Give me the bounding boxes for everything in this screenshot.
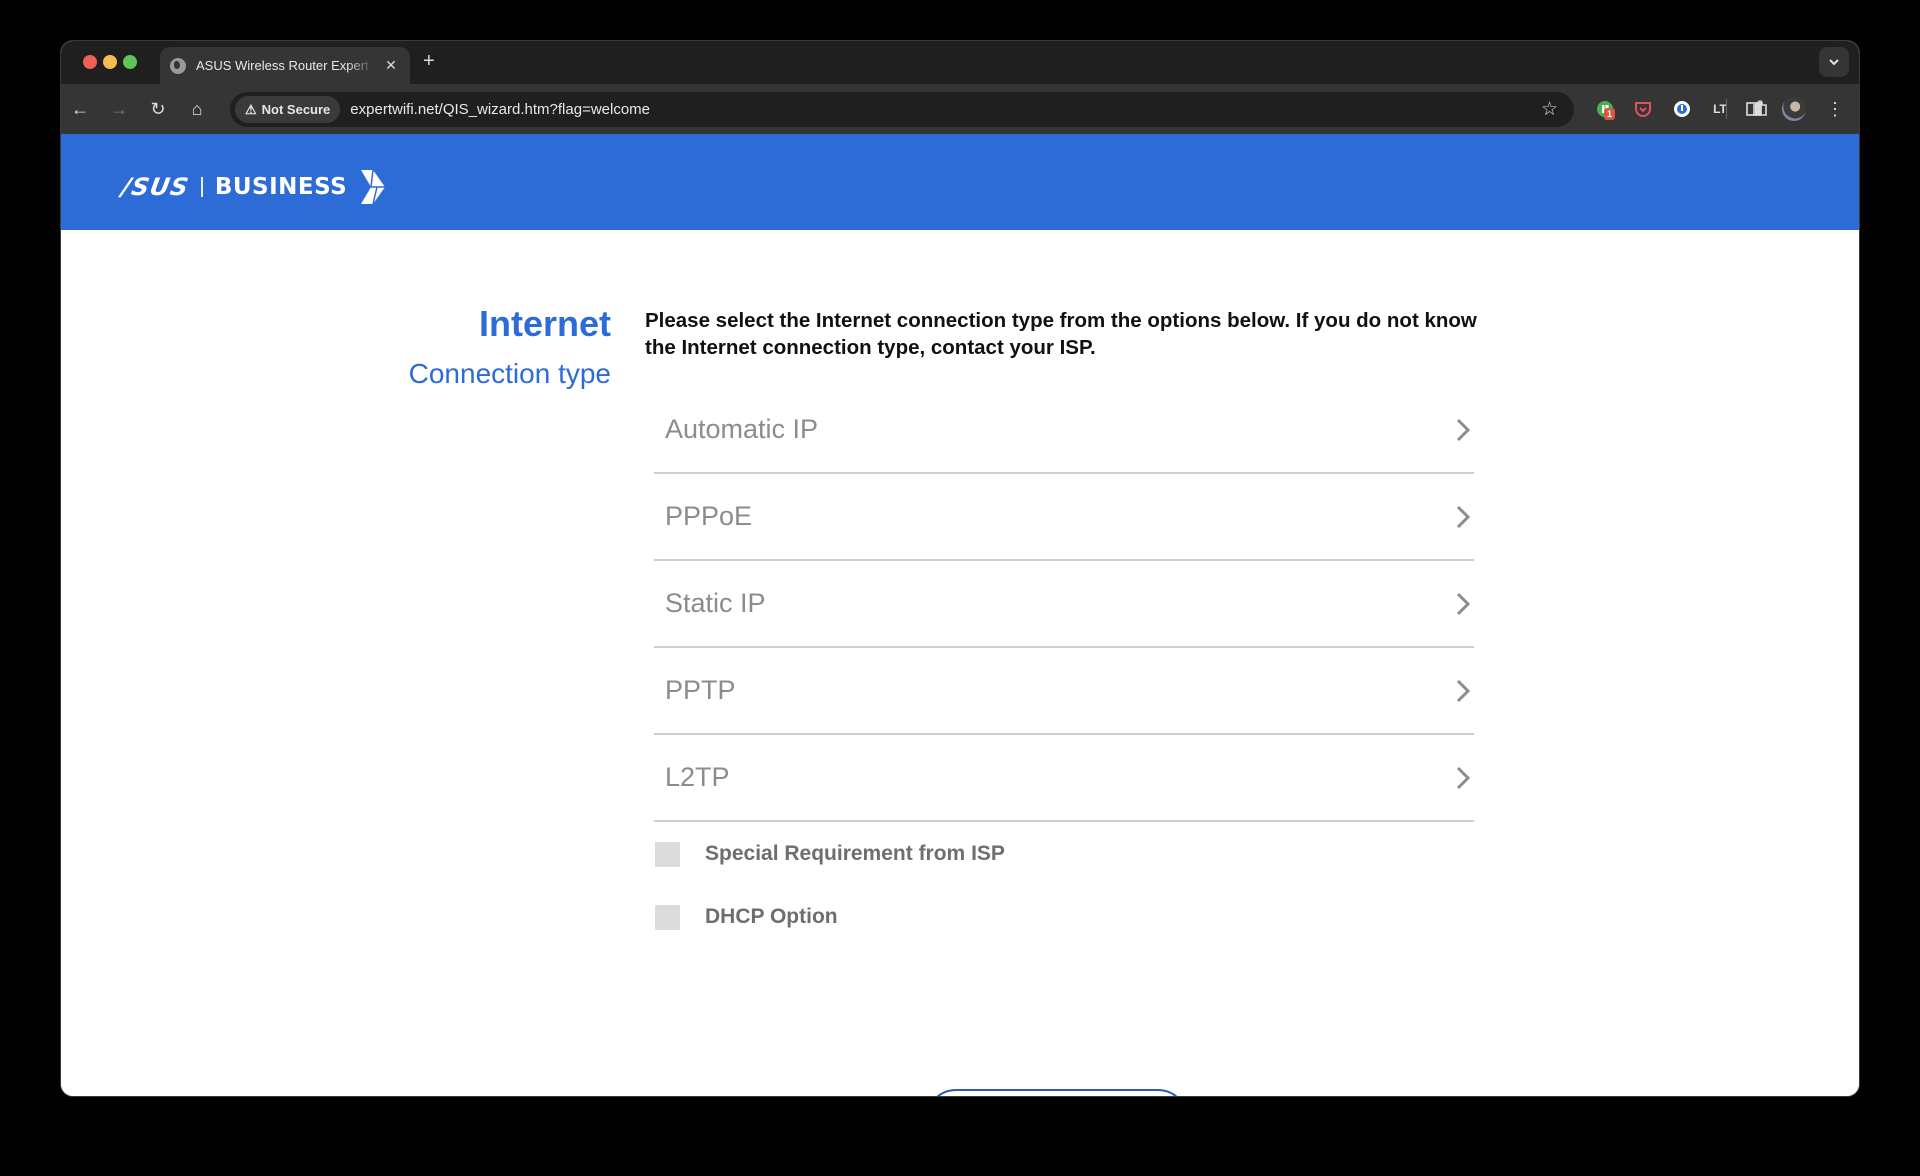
dhcp-option-checkbox[interactable] (655, 904, 680, 930)
connection-option-pppoe[interactable]: PPPoE (654, 474, 1474, 561)
chevron-right-icon (1456, 766, 1470, 789)
pocket-button[interactable] (1632, 98, 1654, 120)
forward-arrow-icon: → (110, 98, 128, 119)
connection-option-label: PPTP (665, 675, 736, 705)
browser-window: ASUS Wireless Router Expert ✕ + ← → ↻ ⌂ … (61, 41, 1859, 1096)
profile-avatar[interactable] (1782, 97, 1806, 121)
connection-option-label: Static IP (665, 588, 766, 618)
security-label: Not Secure (261, 102, 331, 117)
wizard-section-title: Internet Connection type (409, 302, 611, 394)
chevron-down-icon (1829, 59, 1839, 66)
close-window-button[interactable] (83, 55, 97, 69)
connection-option-automatic-ip[interactable]: Automatic IP (654, 387, 1474, 474)
asus-business-logo: /SUS BUSINESS (119, 168, 387, 206)
connection-option-label: Automatic IP (665, 414, 819, 444)
tab-strip: ASUS Wireless Router Expert ✕ + (61, 41, 1859, 84)
connection-type-list: Automatic IP PPPoE Static IP PPTP L2TP (654, 387, 1474, 822)
browser-menu-button[interactable]: ⋮ (1824, 98, 1846, 120)
maximize-window-button[interactable] (123, 55, 137, 69)
kebab-menu-icon: ⋮ (1826, 98, 1844, 119)
asus-logo-text: /SUS (119, 173, 192, 201)
chevron-right-icon (1456, 418, 1470, 441)
browser-tab[interactable]: ASUS Wireless Router Expert ✕ (160, 47, 410, 84)
languagetool-button[interactable]: LT (1709, 98, 1731, 120)
extension-green-button[interactable]: 1 (1594, 98, 1616, 120)
page-title: Internet (478, 303, 611, 344)
home-button[interactable]: ⌂ (184, 96, 210, 122)
connection-option-static-ip[interactable]: Static IP (654, 561, 1474, 648)
security-indicator[interactable]: ⚠ Not Secure (235, 96, 341, 123)
business-chevron-icon (361, 169, 386, 205)
side-panel-icon (1746, 102, 1762, 116)
side-panel-button[interactable] (1743, 98, 1765, 120)
isp-options: Special Requirement from ISP DHCP Option (655, 839, 1005, 965)
forward-button[interactable]: → (106, 96, 132, 122)
reload-icon: ↻ (150, 98, 166, 119)
extension-badge: 1 (1604, 108, 1616, 120)
chevron-right-icon (1456, 592, 1470, 615)
back-arrow-icon: ← (71, 98, 89, 119)
back-button[interactable]: ← (67, 96, 93, 122)
warning-icon: ⚠ (245, 101, 257, 117)
address-bar[interactable]: ⚠ Not Secure expertwifi.net/QIS_wizard.h… (230, 92, 1574, 127)
page-content: /SUS BUSINESS Internet Connection type P… (61, 134, 1859, 1096)
browser-toolbar: ← → ↻ ⌂ ⚠ Not Secure expertwifi.net/QIS_… (61, 84, 1859, 134)
reload-button[interactable]: ↻ (145, 96, 171, 122)
special-requirement-label[interactable]: Special Requirement from ISP (705, 842, 1005, 866)
connection-option-l2tp[interactable]: L2TP (654, 735, 1474, 822)
business-logo-text: BUSINESS (214, 174, 348, 200)
bookmark-star-icon[interactable]: ☆ (1541, 98, 1558, 121)
logo-divider (200, 177, 203, 197)
special-requirement-checkbox[interactable] (655, 841, 680, 867)
instruction-text: Please select the Internet connection ty… (645, 309, 1477, 359)
tab-close-icon[interactable]: ✕ (382, 57, 400, 74)
pocket-icon (1635, 102, 1651, 117)
url-text[interactable]: expertwifi.net/QIS_wizard.htm?flag=welco… (350, 101, 650, 118)
minimize-window-button[interactable] (103, 55, 117, 69)
password-manager-button[interactable] (1671, 98, 1693, 120)
password-manager-icon (1674, 101, 1690, 117)
toolbar-separator (1726, 99, 1727, 119)
connection-option-label: L2TP (665, 762, 730, 792)
connection-option-pptp[interactable]: PPTP (654, 648, 1474, 735)
home-icon: ⌂ (191, 98, 203, 119)
dhcp-option[interactable]: DHCP Option (655, 902, 1005, 932)
chevron-right-icon (1456, 679, 1470, 702)
chevron-right-icon (1456, 505, 1470, 528)
asus-header: /SUS BUSINESS (61, 134, 1859, 230)
connection-option-label: PPPoE (665, 501, 753, 531)
globe-icon (170, 57, 186, 74)
tab-title: ASUS Wireless Router Expert (196, 58, 369, 73)
dhcp-option-label[interactable]: DHCP Option (705, 905, 838, 929)
new-tab-button[interactable]: + (423, 50, 435, 73)
previous-button[interactable]: Previous (926, 1089, 1188, 1096)
languagetool-icon: LT (1713, 102, 1727, 116)
tab-search-button[interactable] (1819, 47, 1849, 77)
special-requirement-option[interactable]: Special Requirement from ISP (655, 839, 1005, 869)
page-subtitle: Connection type (408, 358, 611, 389)
